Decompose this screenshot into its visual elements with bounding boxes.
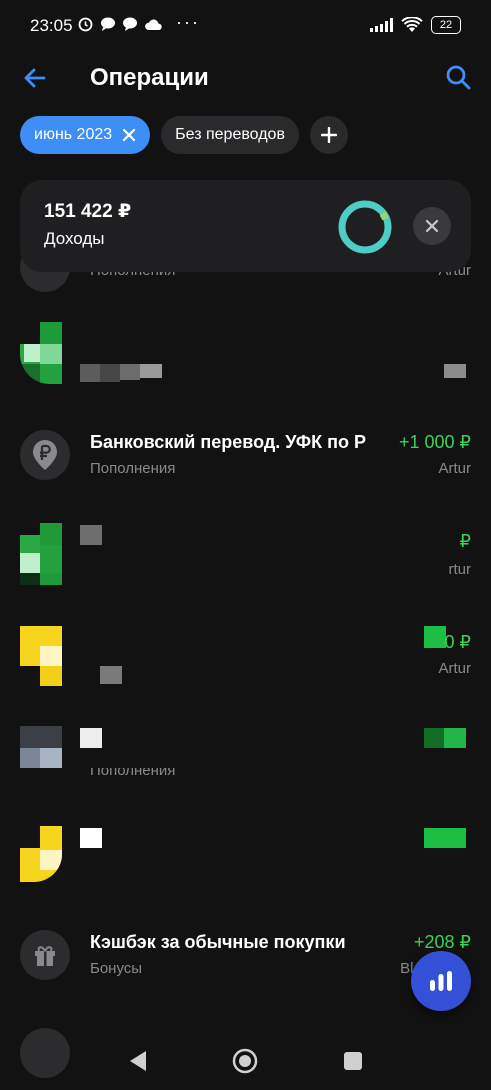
transaction-avatar — [20, 322, 62, 384]
chat-bubble-icon — [101, 17, 115, 31]
redacted-block — [424, 828, 466, 848]
summary-close-button[interactable] — [413, 207, 451, 245]
page-title: Операции — [90, 64, 209, 91]
redacted-block — [120, 364, 140, 380]
close-icon — [425, 219, 439, 233]
transaction-amount: +1 000 ₽ — [398, 432, 471, 452]
status-bar: 23:05 ··· 22 — [0, 0, 491, 52]
header: Операции — [0, 52, 491, 106]
analytics-fab[interactable] — [411, 951, 471, 1011]
income-donut-chart — [338, 200, 392, 254]
plus-icon — [320, 127, 337, 143]
gift-icon — [35, 946, 55, 966]
redacted-block — [80, 828, 102, 848]
redacted-block — [140, 364, 162, 378]
system-status: 22 — [370, 16, 461, 34]
nav-recents-icon[interactable] — [340, 1048, 366, 1074]
redacted-block — [444, 728, 466, 748]
more-notifications-icon: ··· — [176, 12, 200, 32]
transaction-account: Artur — [438, 460, 471, 477]
nav-back-icon[interactable] — [126, 1048, 152, 1074]
transaction-category: Пополнения — [90, 762, 176, 779]
transaction-account: rtur — [448, 561, 472, 578]
battery-indicator: 22 — [431, 16, 461, 34]
redacted-block — [100, 666, 122, 684]
screen: 23:05 ··· 22 Операции июнь 2023 Без пере… — [0, 0, 491, 1090]
transaction-row[interactable]: Банковский перевод. УФК по Р Пополнения … — [0, 420, 491, 500]
summary-label: Доходы — [44, 229, 105, 248]
arrow-left-icon — [24, 68, 46, 88]
status-time: 23:05 — [30, 16, 73, 35]
add-filter-button[interactable] — [309, 116, 348, 154]
back-button[interactable] — [18, 62, 54, 94]
transaction-amount: 0 ₽ — [444, 632, 471, 652]
redacted-block — [80, 364, 100, 382]
transaction-row[interactable]: Пополнения — [0, 720, 491, 800]
transaction-amount: ₽ — [459, 531, 471, 551]
transaction-row[interactable] — [0, 822, 491, 902]
transaction-row[interactable]: ₽ rtur — [0, 515, 491, 595]
chat-bubble-icon-2 — [123, 17, 137, 31]
redacted-block — [444, 364, 466, 378]
search-button[interactable] — [443, 62, 475, 94]
transaction-row[interactable]: 0 ₽ Artur — [0, 620, 491, 700]
alarm-icon — [78, 17, 93, 32]
transfers-filter-chip[interactable]: Без переводов — [161, 116, 299, 154]
transaction-account: Artur — [438, 660, 471, 677]
transaction-avatar — [20, 726, 62, 768]
wifi-icon — [401, 17, 423, 32]
transaction-title: Кэшбэк за обычные покупки — [90, 932, 346, 952]
transaction-amount: +208 ₽ — [414, 932, 471, 952]
transaction-avatar — [20, 930, 70, 980]
transfers-filter-label: Без переводов — [175, 126, 285, 143]
close-icon[interactable] — [122, 128, 136, 142]
notification-icons — [77, 15, 162, 32]
transaction-avatar — [20, 826, 62, 882]
redacted-block — [80, 728, 102, 748]
summary-amount: 151 422 ₽ — [44, 201, 132, 222]
redacted-block — [80, 525, 102, 545]
income-summary-card[interactable]: 151 422 ₽ Доходы — [20, 180, 471, 272]
system-nav-bar — [0, 1030, 491, 1090]
title-fade — [372, 432, 392, 454]
redacted-block — [100, 364, 120, 382]
bar-chart-icon — [430, 971, 452, 991]
redacted-block — [424, 728, 444, 748]
signal-icon — [370, 18, 393, 32]
transaction-avatar — [20, 523, 62, 585]
transaction-category: Бонусы — [90, 960, 143, 977]
nav-home-icon[interactable] — [232, 1048, 258, 1074]
redacted-block — [424, 626, 446, 648]
transaction-row[interactable] — [0, 320, 491, 400]
cloud-icon — [145, 19, 162, 30]
ruble-tag-icon — [33, 440, 57, 470]
transaction-avatar — [20, 626, 62, 686]
transaction-category: Пополнения — [90, 460, 176, 477]
period-filter-chip[interactable]: июнь 2023 — [20, 116, 151, 154]
transaction-avatar — [20, 430, 70, 480]
period-filter-label: июнь 2023 — [34, 126, 113, 143]
filter-bar: июнь 2023 Без переводов — [20, 116, 348, 154]
search-icon — [446, 65, 471, 90]
transaction-title: Банковский перевод. УФК по Р — [90, 432, 366, 452]
